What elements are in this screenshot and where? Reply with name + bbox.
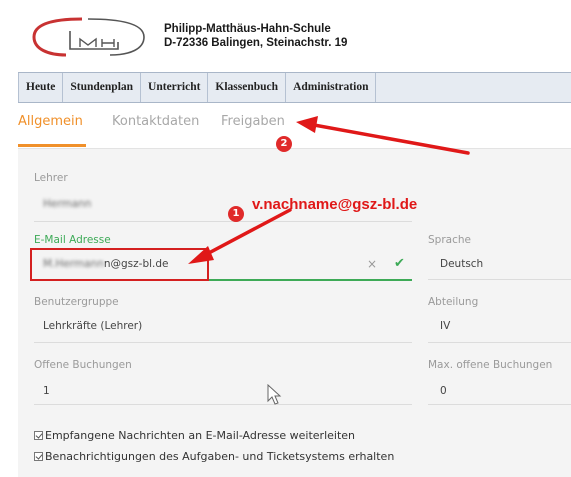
tab-bar: Allgemein Kontaktdaten Freigaben	[18, 105, 571, 149]
lehrer-underline	[34, 221, 412, 222]
school-address: D-72336 Balingen, Steinachstr. 19	[164, 37, 348, 49]
sprache-value[interactable]: Deutsch	[440, 258, 483, 270]
nav-klassenbuch[interactable]: Klassenbuch	[208, 73, 287, 102]
benutzergruppe-underline	[34, 342, 412, 343]
offene-buchungen-value[interactable]: 1	[43, 385, 50, 397]
lehrer-label: Lehrer	[34, 172, 68, 184]
school-logo	[32, 17, 145, 57]
benutzergruppe-value[interactable]: Lehrkräfte (Lehrer)	[43, 320, 142, 332]
checkbox-ticket-notifications-label: Benachrichtigungen des Aufgaben- und Tic…	[45, 450, 395, 463]
abteilung-underline	[428, 342, 571, 343]
sprache-underline	[428, 279, 571, 280]
max-offene-buchungen-label: Max. offene Buchungen	[428, 359, 553, 371]
offene-buchungen-underline	[34, 404, 412, 405]
annotation-email-hint: v.nachname@gsz-bl.de	[252, 196, 418, 213]
offene-buchungen-label: Offene Buchungen	[34, 359, 132, 371]
checkbox-row-ticket-notifications[interactable]: Benachrichtigungen des Aufgaben- und Tic…	[34, 450, 394, 463]
sprache-label: Sprache	[428, 234, 471, 246]
checkbox-forward-mail[interactable]	[34, 431, 43, 440]
email-label: E-Mail Adresse	[34, 234, 111, 246]
abteilung-value[interactable]: IV	[440, 320, 450, 332]
main-navbar: Heute Stundenplan Unterricht Klassenbuch…	[18, 72, 571, 103]
nav-unterricht[interactable]: Unterricht	[141, 73, 209, 102]
valid-check-icon: ✔	[394, 256, 405, 271]
school-name: Philipp-Matthäus-Hahn-Schule	[164, 23, 331, 35]
checkbox-row-forward-mail[interactable]: Empfangene Nachrichten an E-Mail-Adresse…	[34, 429, 355, 442]
max-offene-buchungen-underline	[428, 404, 571, 405]
abteilung-label: Abteilung	[428, 296, 479, 308]
checkbox-ticket-notifications[interactable]	[34, 452, 43, 461]
max-offene-buchungen-value[interactable]: 0	[440, 385, 447, 397]
nav-administration[interactable]: Administration	[286, 73, 377, 102]
mouse-cursor-icon	[267, 384, 282, 405]
clear-icon[interactable]: ×	[367, 257, 377, 271]
active-tab-indicator	[18, 144, 86, 147]
tab-kontaktdaten[interactable]: Kontaktdaten	[112, 114, 199, 129]
annotation-badge-1: 1	[228, 206, 244, 222]
navbar-filler	[376, 73, 571, 102]
nav-heute[interactable]: Heute	[18, 73, 64, 102]
benutzergruppe-label: Benutzergruppe	[34, 296, 119, 308]
school-info: Philipp-Matthäus-Hahn-Schule D-72336 Bal…	[164, 22, 347, 50]
lehrer-value: Hermann	[43, 198, 92, 210]
annotation-badge-2: 2	[276, 136, 292, 152]
checkbox-forward-mail-label: Empfangene Nachrichten an E-Mail-Adresse…	[45, 429, 355, 442]
nav-stundenplan[interactable]: Stundenplan	[63, 73, 142, 102]
tab-freigaben[interactable]: Freigaben	[221, 114, 285, 129]
tab-allgemein[interactable]: Allgemein	[18, 114, 83, 129]
email-highlight-box	[30, 248, 209, 281]
